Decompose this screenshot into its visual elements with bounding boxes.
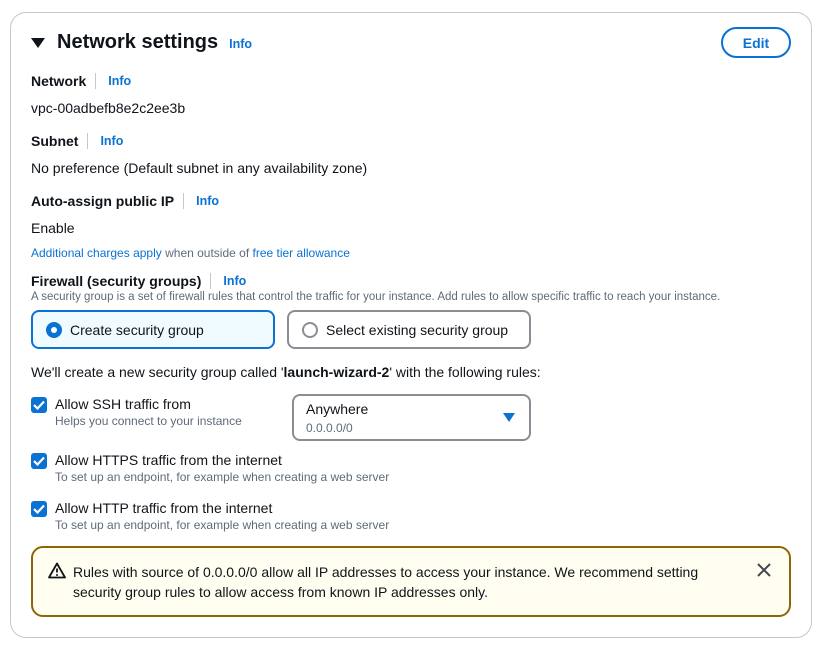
firewall-description: A security group is a set of firewall ru…	[31, 291, 721, 303]
create-security-group-option[interactable]: Create security group	[31, 310, 275, 349]
http-rule-row: Allow HTTP traffic from the internet To …	[31, 500, 389, 532]
firewall-label-row: Firewall (security groups) Info	[31, 272, 246, 290]
ssh-checkbox[interactable]	[31, 397, 47, 413]
radio-unselected[interactable]	[302, 321, 318, 338]
create-security-group-label: Create security group	[70, 321, 204, 338]
warning-icon	[48, 562, 66, 582]
network-label-row: Network Info	[31, 72, 131, 90]
radio-selected[interactable]	[46, 321, 62, 338]
ssh-rule-label: Allow SSH traffic from	[55, 396, 191, 412]
http-rule-description: To set up an endpoint, for example when …	[55, 518, 390, 532]
checkmark-icon	[33, 504, 45, 514]
subnet-value: No preference (Default subnet in any ava…	[31, 160, 368, 176]
label-divider	[87, 133, 89, 149]
ssh-source-select[interactable]: Anywhere 0.0.0.0/0	[292, 394, 531, 441]
firewall-info-link[interactable]: Info	[223, 274, 246, 288]
intro-post-text: ' with the following rules:	[389, 364, 541, 380]
additional-charges-link[interactable]: Additional charges apply	[31, 246, 162, 260]
charges-mid-text: when outside of	[161, 246, 253, 260]
charges-note: Additional charges apply when outside of…	[31, 246, 350, 260]
network-info-link[interactable]: Info	[108, 74, 131, 88]
close-icon[interactable]	[757, 563, 771, 580]
section-title: Network settings	[57, 30, 219, 53]
section-info-link[interactable]: Info	[229, 37, 252, 51]
https-rule-label: Allow HTTPS traffic from the internet	[55, 452, 282, 468]
network-settings-panel: Network settings Info Edit Network Info …	[10, 12, 812, 638]
https-checkbox[interactable]	[31, 453, 47, 469]
firewall-label: Firewall (security groups)	[31, 273, 202, 289]
subnet-label-row: Subnet Info	[31, 132, 123, 150]
intro-pre-text: We'll create a new security group called…	[31, 364, 284, 380]
warning-alert: Rules with source of 0.0.0.0/0 allow all…	[31, 546, 791, 617]
network-value: vpc-00adbefb8e2c2ee3b	[31, 100, 186, 116]
checkmark-icon	[33, 400, 45, 410]
label-divider	[210, 273, 212, 289]
http-rule-label: Allow HTTP traffic from the internet	[55, 500, 273, 516]
edit-button[interactable]: Edit	[721, 27, 791, 58]
ssh-rule-row: Allow SSH traffic from Helps you connect…	[31, 396, 242, 428]
public-ip-label: Auto-assign public IP	[31, 193, 175, 209]
public-ip-label-row: Auto-assign public IP Info	[31, 192, 219, 210]
subnet-label: Subnet	[31, 133, 79, 149]
select-existing-security-group-option[interactable]: Select existing security group	[287, 310, 531, 349]
ssh-source-cidr: 0.0.0.0/0	[306, 421, 353, 435]
select-existing-security-group-label: Select existing security group	[326, 321, 509, 338]
label-divider	[95, 73, 97, 89]
label-divider	[183, 193, 185, 209]
caret-down-icon[interactable]	[31, 38, 45, 48]
https-rule-row: Allow HTTPS traffic from the internet To…	[31, 452, 389, 484]
public-ip-info-link[interactable]: Info	[196, 194, 219, 208]
security-group-intro: We'll create a new security group called…	[31, 364, 541, 380]
ssh-source-value: Anywhere	[306, 401, 369, 417]
section-header[interactable]: Network settings Info	[31, 29, 252, 55]
dropdown-caret-icon	[503, 413, 515, 422]
warning-message: Rules with source of 0.0.0.0/0 allow all…	[73, 564, 699, 600]
free-tier-link[interactable]: free tier allowance	[253, 246, 350, 260]
network-label: Network	[31, 73, 87, 89]
checkmark-icon	[33, 456, 45, 466]
security-group-name: launch-wizard-2	[283, 364, 390, 380]
http-checkbox[interactable]	[31, 501, 47, 517]
https-rule-description: To set up an endpoint, for example when …	[55, 470, 390, 484]
public-ip-value: Enable	[31, 220, 75, 236]
subnet-info-link[interactable]: Info	[100, 134, 123, 148]
ssh-rule-description: Helps you connect to your instance	[55, 414, 242, 428]
